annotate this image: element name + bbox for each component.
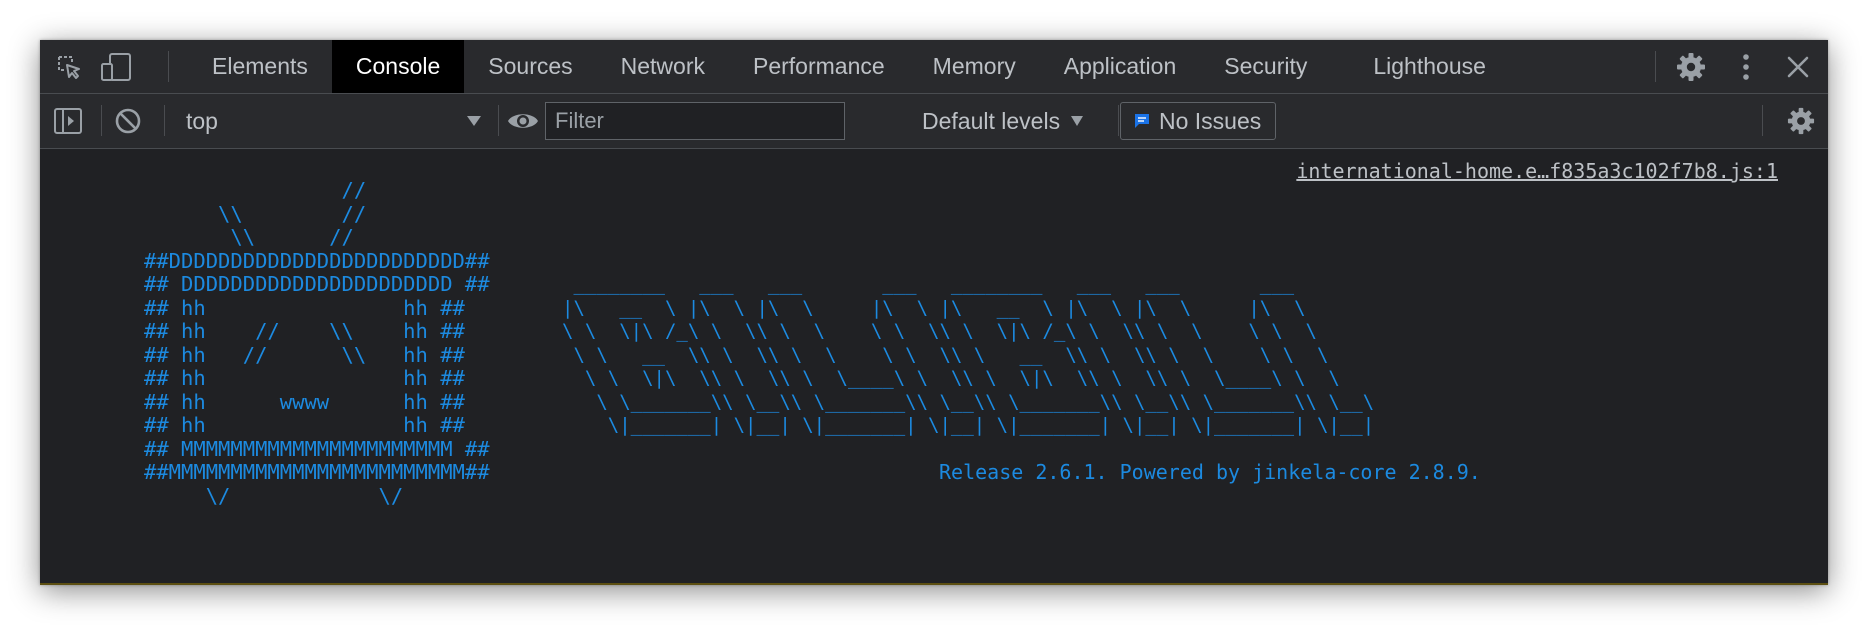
tab-network[interactable]: Network [597,40,729,93]
clear-console-icon[interactable] [114,107,142,135]
tab-security[interactable]: Security [1200,40,1349,93]
tab-elements[interactable]: Elements [188,40,332,93]
tabbar-left-tools [40,40,168,93]
console-source-link[interactable]: international-home.e…f835a3c102f7b8.js:1 [1296,159,1778,183]
context-selector-value: top [186,107,218,134]
toolbar-separator [101,105,102,136]
tab-console[interactable]: Console [331,40,465,93]
device-toolbar-icon[interactable] [100,52,134,82]
toolbar-separator [1118,105,1119,136]
ascii-art-banner: ________ ___ ___ ___ ________ ___ ___ __… [562,273,1375,436]
sidebar-toggle-icon[interactable] [53,107,83,135]
settings-gear-icon[interactable] [1676,52,1706,82]
close-icon[interactable] [1786,55,1810,79]
issues-message-icon [1133,112,1151,130]
dropdown-arrow-icon [466,115,482,127]
tab-sources[interactable]: Sources [464,40,596,93]
tabbar-separator [168,51,169,82]
console-settings-gear-icon[interactable] [1787,107,1815,135]
tab-performance[interactable]: Performance [729,40,909,93]
tabbar-right-separator [1655,51,1656,82]
toolbar-separator [1762,105,1763,136]
console-output: international-home.e…f835a3c102f7b8.js:1… [40,149,1828,585]
devtools-window: Elements Console Sources Network Perform… [40,40,1828,585]
tab-memory[interactable]: Memory [909,40,1040,93]
release-message: Release 2.6.1. Powered by jinkela-core 2… [939,460,1481,484]
context-selector[interactable]: top [182,94,482,148]
tab-lighthouse[interactable]: Lighthouse [1349,40,1510,93]
devtools-tab-bar: Elements Console Sources Network Perform… [40,40,1828,94]
ascii-art-robot: // \\ // \\ // ##DDDDDDDDDDDDDDDDDDDDDDD… [144,178,490,508]
tab-application[interactable]: Application [1040,40,1201,93]
more-options-icon[interactable] [1741,53,1751,81]
log-levels-label: Default levels [922,108,1061,134]
devtools-tabs: Elements Console Sources Network Perform… [188,40,1510,93]
filter-input[interactable] [545,102,845,140]
inspect-element-icon[interactable] [56,54,82,80]
issues-label: No Issues [1159,107,1262,134]
issues-button[interactable]: No Issues [1120,102,1277,140]
toolbar-separator [498,105,499,136]
dropdown-arrow-icon [1070,115,1084,127]
live-expression-eye-icon[interactable] [507,108,539,134]
tabbar-right-controls [1658,40,1828,93]
log-levels-dropdown[interactable]: Default levels [922,94,1084,148]
console-toolbar: top Default levels [40,94,1828,149]
